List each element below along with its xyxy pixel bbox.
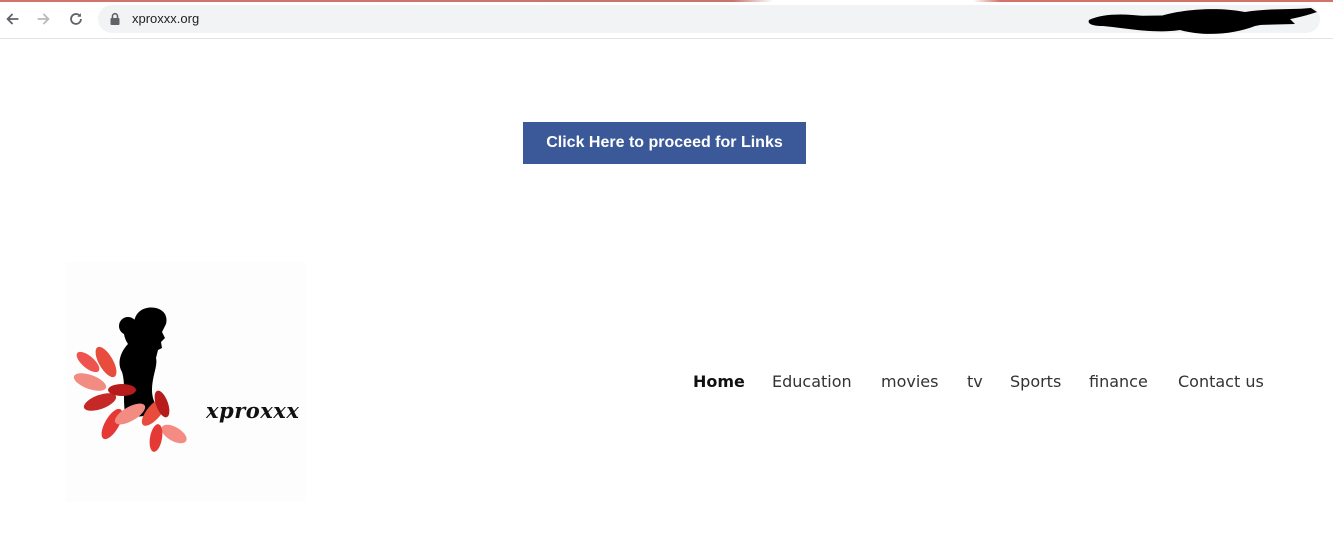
reload-button[interactable] — [66, 9, 86, 29]
proceed-links-button[interactable]: Click Here to proceed for Links — [523, 122, 806, 164]
browser-toolbar: xproxxx.org — [0, 0, 1333, 39]
nav-item-home[interactable]: Home — [693, 372, 745, 391]
site-logo[interactable]: xproxxx — [66, 262, 306, 502]
redaction-scribble — [1088, 8, 1317, 34]
nav-item-sports[interactable]: Sports — [1010, 372, 1061, 391]
back-arrow-icon — [6, 13, 19, 25]
forward-button[interactable] — [33, 9, 53, 29]
nav-item-finance[interactable]: finance — [1089, 372, 1148, 391]
lock-icon — [110, 12, 120, 25]
tab-strip-edge — [0, 0, 1333, 2]
address-url: xproxxx.org — [132, 11, 200, 26]
woman-silhouette-flower-logo — [73, 307, 187, 452]
forward-arrow-icon — [37, 13, 50, 25]
back-button[interactable] — [3, 9, 23, 29]
nav-item-tv[interactable]: tv — [967, 372, 983, 391]
logo-wordmark: xproxxx — [206, 398, 300, 423]
reload-icon — [70, 13, 82, 25]
nav-item-education[interactable]: Education — [772, 372, 852, 391]
nav-item-contact-us[interactable]: Contact us — [1178, 372, 1264, 391]
nav-item-movies[interactable]: movies — [881, 372, 938, 391]
